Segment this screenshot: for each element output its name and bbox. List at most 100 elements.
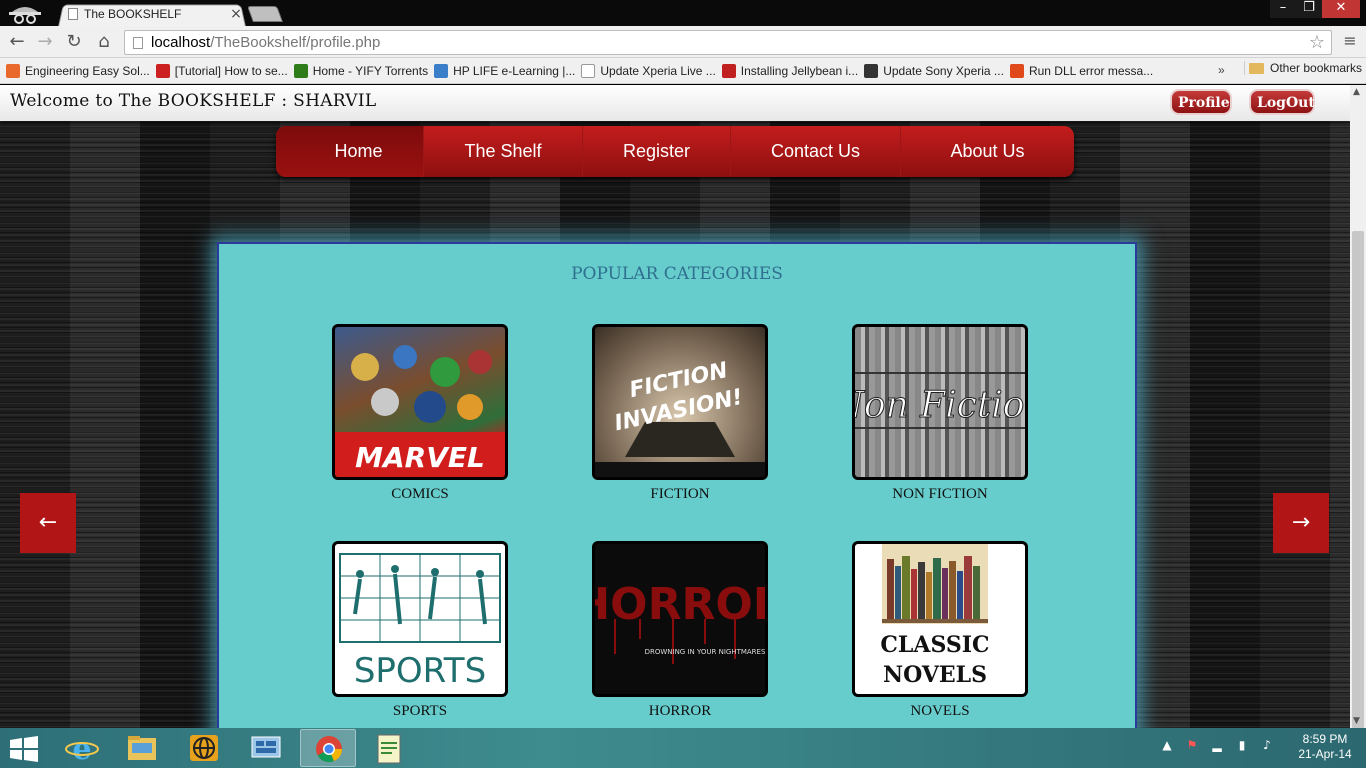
clock-date: 21-Apr-14 — [1298, 747, 1352, 761]
page-scrollbar[interactable]: ▲ ▼ — [1350, 85, 1366, 729]
window-close-button[interactable]: ✕ — [1322, 0, 1360, 18]
other-bookmarks-folder[interactable]: Other bookmarks — [1244, 61, 1362, 75]
chrome-menu-icon[interactable]: ≡ — [1340, 32, 1360, 52]
category-comics[interactable]: MARVEL COMICS — [332, 324, 508, 503]
bookmark-item[interactable]: Engineering Easy Sol... — [6, 63, 150, 78]
horror-cover-image[interactable]: HORROR DROWNING IN YOUR NIGHTMARES — [592, 541, 768, 697]
slider-next-button[interactable]: → — [1273, 493, 1329, 553]
browser-toolbar: ← → ↻ ⌂ localhost/TheBookshelf/profile.p… — [0, 26, 1366, 58]
bookmark-label: [Tutorial] How to se... — [174, 63, 288, 78]
bookmark-item[interactable]: [Tutorial] How to se... — [155, 63, 288, 78]
sports-title: SPORTS — [354, 651, 486, 691]
tab-close-icon[interactable]: × — [228, 6, 244, 22]
url-path: /TheBookshelf/profile.php — [210, 34, 381, 51]
logout-button[interactable]: LogOut — [1249, 89, 1315, 115]
browser-tab-content[interactable]: The BOOKSHELF × — [64, 4, 244, 24]
fiction-cover-art: FICTION INVASION! — [595, 358, 765, 477]
volume-icon[interactable]: ♪ — [1260, 738, 1274, 752]
nav-about-us[interactable]: About Us — [901, 126, 1074, 177]
bookmarks-bar: Engineering Easy Sol... [Tutorial] How t… — [0, 58, 1366, 84]
comics-cover-image[interactable]: MARVEL — [332, 324, 508, 480]
reload-icon[interactable]: ↻ — [63, 31, 85, 53]
horror-cover-art: HORROR DROWNING IN YOUR NIGHTMARES — [595, 579, 765, 664]
bookmark-favicon-icon — [434, 63, 449, 78]
comics-cover-art: MARVEL — [335, 345, 505, 477]
bookmark-item[interactable]: Update Sony Xperia ... — [864, 63, 1004, 78]
scroll-up-icon[interactable]: ▲ — [1353, 87, 1360, 97]
non-fiction-cover-image[interactable]: Non Fiction — [852, 324, 1028, 480]
bookmark-item[interactable]: HP LIFE e-Learning |... — [434, 63, 576, 78]
bookmark-label: Update Sony Xperia ... — [883, 63, 1004, 78]
action-center-flag-icon[interactable]: ⚑ — [1185, 738, 1199, 752]
bookmark-favicon-icon — [864, 63, 879, 78]
bookmark-item[interactable]: Run DLL error messa... — [1009, 63, 1153, 78]
url-host: localhost — [151, 34, 211, 51]
non-fiction-title: Non Fiction — [855, 385, 1025, 426]
windows-taskbar: e ▲ ⚑ ▂ ▮ ♪ 8:59 PM 21-Apr-14 — [0, 728, 1366, 768]
welcome-header: Welcome to The BOOKSHELF : SHARVIL Profi… — [0, 85, 1350, 121]
bookmark-favicon-icon — [1009, 63, 1024, 78]
page-favicon-icon — [68, 8, 78, 20]
nav-contact-us[interactable]: Contact Us — [731, 126, 901, 177]
file-explorer-icon[interactable] — [114, 729, 170, 767]
new-tab-button[interactable] — [247, 6, 283, 22]
show-hidden-icons-icon[interactable]: ▲ — [1160, 738, 1174, 752]
nav-the-shelf[interactable]: The Shelf — [424, 126, 583, 177]
page-icon — [133, 36, 143, 49]
globe-app-icon[interactable] — [176, 729, 232, 767]
profile-button[interactable]: Profile — [1170, 89, 1232, 115]
category-fiction[interactable]: FICTION INVASION! FICTION — [592, 324, 768, 503]
sports-cover-image[interactable]: SPORTS — [332, 541, 508, 697]
sports-cover-art: SPORTS — [339, 553, 501, 691]
internet-explorer-icon[interactable]: e — [54, 729, 110, 767]
bookmark-label: Installing Jellybean i... — [740, 63, 859, 78]
page-viewport: Welcome to The BOOKSHELF : SHARVIL Profi… — [0, 85, 1350, 728]
category-sports[interactable]: SPORTS SPORTS — [332, 541, 508, 720]
notepad-icon[interactable] — [362, 729, 418, 767]
remote-desktop-icon[interactable] — [238, 729, 294, 767]
bookmark-label: Update Xperia Live ... — [600, 63, 716, 78]
scrollbar-thumb[interactable] — [1352, 231, 1364, 729]
novels-cover-image[interactable]: CLASSIC NOVELS — [852, 541, 1028, 697]
fiction-cover-image[interactable]: FICTION INVASION! — [592, 324, 768, 480]
nav-register[interactable]: Register — [583, 126, 731, 177]
system-tray: ▲ ⚑ ▂ ▮ ♪ — [1160, 738, 1285, 752]
chrome-icon[interactable] — [300, 729, 356, 767]
bookmark-star-icon[interactable]: ☆ — [1309, 32, 1325, 53]
window-minimize-button[interactable]: – — [1270, 0, 1296, 18]
slider-previous-button[interactable]: ← — [20, 493, 76, 553]
svg-text:e: e — [72, 732, 91, 767]
bookmarks-overflow-button[interactable]: » — [1218, 63, 1225, 77]
nav-home[interactable]: Home — [276, 126, 424, 177]
category-horror[interactable]: HORROR DROWNING IN YOUR NIGHTMARES HORRO… — [592, 541, 768, 720]
scroll-down-icon[interactable]: ▼ — [1353, 716, 1360, 726]
system-clock[interactable]: 8:59 PM 21-Apr-14 — [1290, 732, 1360, 762]
window-maximize-button[interactable]: ❐ — [1296, 0, 1322, 18]
horror-subtitle: DROWNING IN YOUR NIGHTMARES — [645, 648, 765, 656]
category-label: HORROR — [648, 703, 712, 719]
novels-cover-art: CLASSIC NOVELS — [880, 544, 990, 688]
battery-icon[interactable]: ▮ — [1235, 738, 1249, 752]
network-signal-icon[interactable]: ▂ — [1210, 738, 1224, 752]
bookmark-item[interactable]: Installing Jellybean i... — [721, 63, 859, 78]
bookmark-label: Home - YIFY Torrents — [312, 63, 429, 78]
bookmark-item[interactable]: Update Xperia Live ... — [581, 63, 716, 78]
back-arrow-icon[interactable]: ← — [6, 31, 28, 53]
bookmark-label: HP LIFE e-Learning |... — [453, 63, 576, 78]
popular-categories-panel: POPULAR CATEGORIES MARVEL COMICS FICTION… — [217, 242, 1137, 728]
incognito-icon — [9, 7, 41, 24]
novels-title-line1: CLASSIC — [880, 632, 989, 658]
forward-arrow-icon[interactable]: → — [34, 31, 56, 53]
category-non-fiction[interactable]: Non Fiction NON FICTION — [852, 324, 1028, 503]
category-novels[interactable]: CLASSIC NOVELS NOVELS — [852, 541, 1028, 720]
other-bookmarks-label: Other bookmarks — [1270, 61, 1363, 75]
non-fiction-cover-art: Non Fiction — [855, 372, 1025, 429]
category-label: SPORTS — [392, 703, 448, 719]
windows-start-icon[interactable] — [10, 736, 38, 762]
category-label: NOVELS — [910, 703, 970, 719]
address-bar[interactable]: localhost/TheBookshelf/profile.php ☆ — [124, 30, 1332, 55]
bookmark-item[interactable]: Home - YIFY Torrents — [293, 63, 429, 78]
main-navigation: Home The Shelf Register Contact Us About… — [276, 126, 1074, 177]
desktop-screen: The BOOKSHELF × – ❐ ✕ ← → ↻ ⌂ localhost /… — [0, 0, 1366, 768]
home-icon[interactable]: ⌂ — [93, 31, 115, 53]
